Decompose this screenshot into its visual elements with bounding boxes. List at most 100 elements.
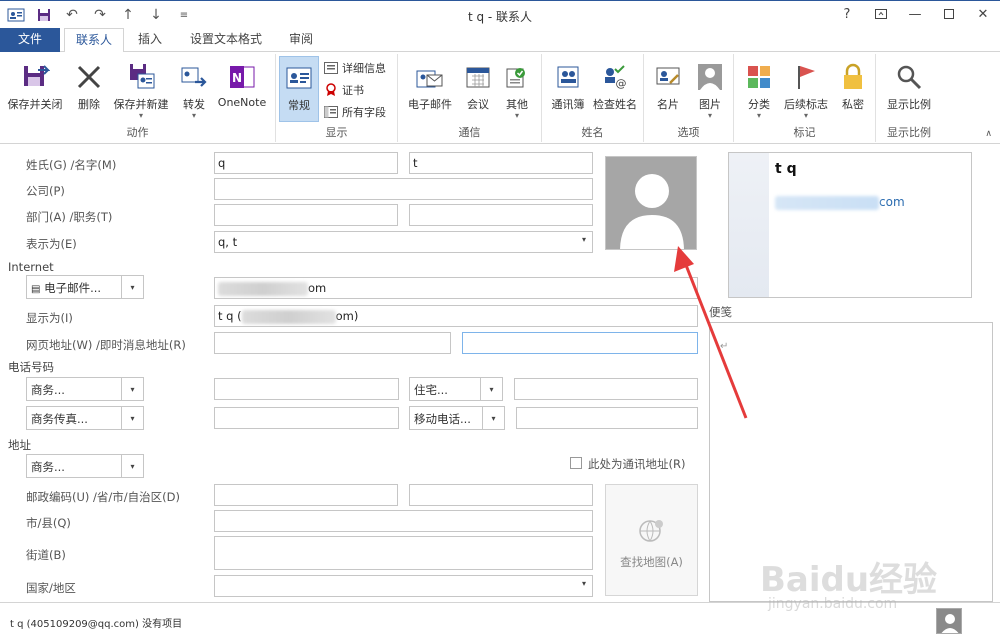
card-name: t q xyxy=(775,161,797,177)
tab-contact[interactable]: 联系人 xyxy=(64,28,124,53)
phone2-type-combo[interactable]: 住宅... ▾ xyxy=(409,377,503,401)
internet-section-label: Internet xyxy=(8,260,54,274)
address-book-small-icon: ▤ xyxy=(31,284,41,295)
onenote-button[interactable]: N OneNote xyxy=(214,56,270,116)
mailing-address-label: 此处为通讯地址(R) xyxy=(588,457,686,471)
postal-code-input[interactable] xyxy=(214,484,398,506)
categorize-button[interactable]: 分类 ▾ xyxy=(738,56,780,120)
details-icon xyxy=(324,61,338,75)
chevron-down-icon: ▾ xyxy=(121,276,143,298)
chevron-down-icon: ▾ xyxy=(121,407,143,429)
business-card-preview[interactable]: t q com xyxy=(728,152,972,298)
forward-button[interactable]: 转发 ▾ xyxy=(176,56,212,120)
all-fields-icon xyxy=(324,105,338,119)
business-card-button[interactable]: 名片 xyxy=(648,56,688,116)
chevron-down-icon: ▾ xyxy=(581,579,586,588)
onenote-icon: N xyxy=(225,60,259,94)
flag-icon xyxy=(789,60,823,94)
city-label: 市/县(Q) xyxy=(26,516,71,530)
person-silhouette-icon xyxy=(606,157,696,249)
last-name-input[interactable]: q xyxy=(214,152,398,174)
street-input[interactable] xyxy=(214,536,593,570)
private-button[interactable]: 私密 xyxy=(834,56,872,116)
tab-insert[interactable]: 插入 xyxy=(126,28,174,52)
collapse-ribbon-icon[interactable]: ∧ xyxy=(985,129,992,139)
help-icon[interactable]: ? xyxy=(830,1,864,27)
save-new-button[interactable]: 保存并新建 ▾ xyxy=(108,56,174,120)
map-it-button[interactable]: 查找地图(A) xyxy=(605,484,698,596)
magnifier-icon xyxy=(892,60,926,94)
ribbon: 保存并关闭 删除 保存并新建 ▾ 转发 ▾ N OneNote 动作 常规 详细… xyxy=(0,52,1000,144)
tab-review[interactable]: 审阅 xyxy=(280,28,322,52)
ribbon-display-icon[interactable] xyxy=(864,1,898,27)
phone3-input[interactable] xyxy=(214,407,399,429)
avatar[interactable] xyxy=(936,608,962,634)
chevron-down-icon: ▾ xyxy=(480,378,502,400)
delete-x-icon xyxy=(72,60,106,94)
address-book-button[interactable]: 通讯簿 xyxy=(546,56,590,116)
chevron-down-icon: ▾ xyxy=(482,407,504,429)
delete-button[interactable]: 删除 xyxy=(70,56,108,116)
chevron-down-icon: ▾ xyxy=(191,111,196,120)
job-title-input[interactable] xyxy=(409,204,593,226)
tab-format-text[interactable]: 设置文本格式 xyxy=(180,28,272,52)
email-button[interactable]: 电子邮件 xyxy=(402,56,458,116)
phone1-type-combo[interactable]: 商务... ▾ xyxy=(26,377,144,401)
company-input[interactable] xyxy=(214,178,593,200)
phone3-type-combo[interactable]: 商务传真... ▾ xyxy=(26,406,144,430)
more-button[interactable]: 其他 ▾ xyxy=(498,56,536,120)
state-input[interactable] xyxy=(409,484,593,506)
watermark-url: jingyan.baidu.com xyxy=(768,596,898,612)
phone4-type-combo[interactable]: 移动电话... ▾ xyxy=(409,406,505,430)
address-type-combo[interactable]: 商务... ▾ xyxy=(26,454,144,478)
chevron-down-icon: ▾ xyxy=(707,111,712,120)
first-name-input[interactable]: t xyxy=(409,152,593,174)
redacted-email xyxy=(775,195,879,210)
department-input[interactable] xyxy=(214,204,398,226)
general-button[interactable]: 常规 xyxy=(279,56,319,122)
certificates-button[interactable]: 证书 xyxy=(324,80,364,100)
phone-section-label: 电话号码 xyxy=(8,360,54,374)
picture-button[interactable]: 图片 ▾ xyxy=(690,56,730,120)
email-input[interactable]: om xyxy=(214,277,698,299)
details-button[interactable]: 详细信息 xyxy=(324,58,386,78)
phone1-input[interactable] xyxy=(214,378,399,400)
all-fields-button[interactable]: 所有字段 xyxy=(324,102,386,122)
check-names-button[interactable]: @ 检查姓名 xyxy=(590,56,640,116)
business-card-icon xyxy=(651,60,685,94)
person-icon xyxy=(937,609,961,633)
chevron-down-icon: ▾ xyxy=(756,111,761,120)
address-book-icon xyxy=(551,60,585,94)
group-options: 名片 图片 ▾ 选项 xyxy=(644,54,734,142)
follow-up-button[interactable]: 后续标志 ▾ xyxy=(780,56,832,120)
lock-icon xyxy=(836,60,870,94)
web-im-label: 网页地址(W) /即时消息地址(R) xyxy=(26,338,186,352)
meeting-button[interactable]: 会议 xyxy=(460,56,496,116)
general-card-icon xyxy=(282,61,316,95)
city-input[interactable] xyxy=(214,510,593,532)
contact-form: 姓氏(G) /名字(M) q t 公司(P) 部门(A) /职务(T) 表示为(… xyxy=(0,146,1000,602)
globe-pin-icon xyxy=(638,520,663,542)
street-label: 街道(B) xyxy=(26,548,66,562)
save-close-button[interactable]: 保存并关闭 xyxy=(2,56,68,116)
close-icon[interactable]: ✕ xyxy=(966,1,1000,27)
zoom-button[interactable]: 显示比例 xyxy=(880,56,938,116)
group-zoom: 显示比例 显示比例 xyxy=(876,54,942,142)
tab-file[interactable]: 文件 xyxy=(0,28,60,52)
contact-photo[interactable] xyxy=(605,156,697,250)
mailing-address-checkbox[interactable] xyxy=(570,457,582,469)
web-page-input[interactable] xyxy=(214,332,451,354)
window-controls: ? — ✕ xyxy=(830,1,1000,27)
chevron-down-icon: ▾ xyxy=(138,111,143,120)
country-label: 国家/地区 xyxy=(26,581,76,595)
file-as-select[interactable]: q, t ▾ xyxy=(214,231,593,253)
email-type-combo[interactable]: ▤ 电子邮件... ▾ xyxy=(26,275,144,299)
save-new-icon xyxy=(124,60,158,94)
chevron-down-icon: ▾ xyxy=(514,111,519,120)
maximize-icon[interactable] xyxy=(932,1,966,27)
watermark-logo: Baidu经验 xyxy=(760,560,938,600)
country-select[interactable]: ▾ xyxy=(214,575,593,597)
postal-region-label: 邮政编码(U) /省/市/自治区(D) xyxy=(26,490,180,504)
display-as-input[interactable]: t q (om) xyxy=(214,305,698,327)
minimize-icon[interactable]: — xyxy=(898,1,932,27)
